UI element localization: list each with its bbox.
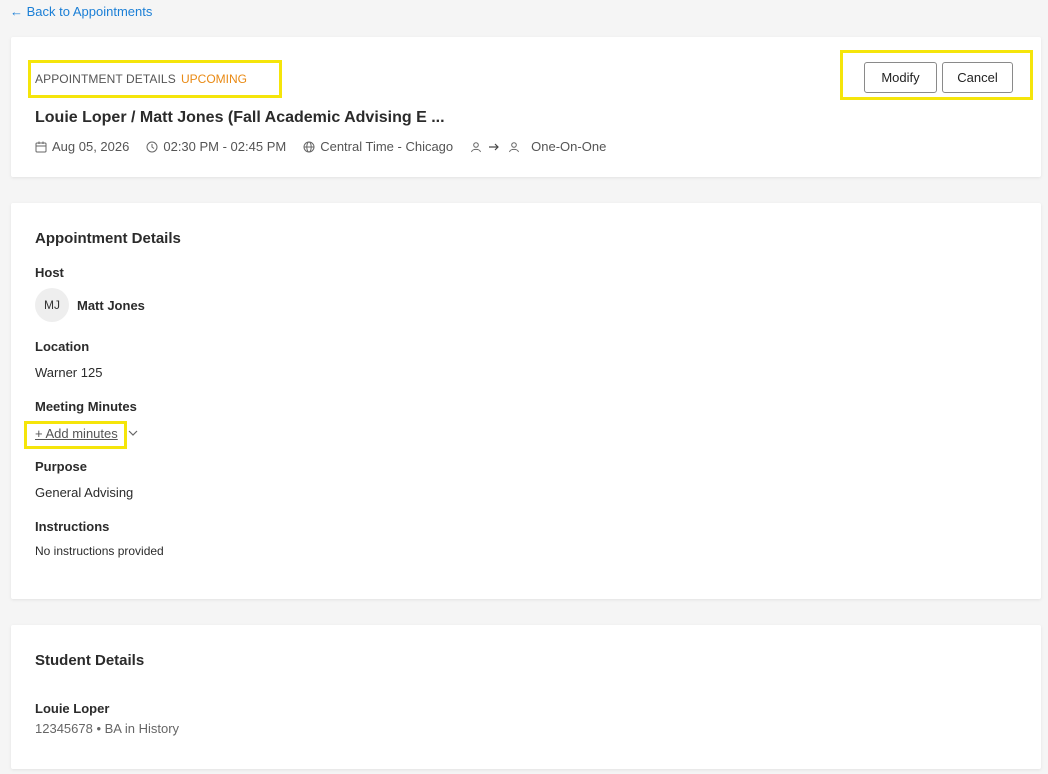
student-details-card: Student Details Louie Loper 12345678 • B… xyxy=(11,625,1041,769)
modify-button[interactable]: Modify xyxy=(864,62,937,93)
status-badge: UPCOMING xyxy=(181,72,247,86)
clock-icon xyxy=(146,141,158,152)
date-meta: Aug 05, 2026 xyxy=(35,139,129,154)
appointment-details-label: APPOINTMENT DETAILS xyxy=(35,72,176,86)
appointment-meta-row: Aug 05, 2026 02:30 PM - 02:45 PM Central… xyxy=(35,139,623,154)
globe-icon xyxy=(303,141,315,152)
student-meta: 12345678 • BA in History xyxy=(35,721,180,736)
student-name: Louie Loper xyxy=(35,701,110,716)
date-text: Aug 05, 2026 xyxy=(52,139,130,154)
location-value: Warner 125 xyxy=(35,365,103,380)
location-label: Location xyxy=(35,339,90,354)
arrow-right-icon xyxy=(489,143,500,150)
chevron-down-icon[interactable] xyxy=(128,428,138,438)
section-title-student-details: Student Details xyxy=(35,652,145,669)
add-minutes-link[interactable]: + Add minutes xyxy=(35,426,118,441)
host-name: Matt Jones xyxy=(77,298,145,313)
person-icon xyxy=(471,141,482,152)
meeting-type-text: One-On-One xyxy=(531,139,607,154)
person-icon xyxy=(509,141,520,152)
instructions-label: Instructions xyxy=(35,519,110,534)
purpose-label: Purpose xyxy=(35,459,88,474)
timezone-text: Central Time - Chicago xyxy=(320,139,454,154)
back-to-appointments-link[interactable]: ← Back to Appointments xyxy=(10,4,152,19)
time-text: 02:30 PM - 02:45 PM xyxy=(163,139,287,154)
meeting-minutes-label: Meeting Minutes xyxy=(35,399,137,414)
appointment-header-card: APPOINTMENT DETAILS UPCOMING Modify Canc… xyxy=(11,37,1041,177)
host-label: Host xyxy=(35,265,64,280)
page-title: Louie Loper / Matt Jones (Fall Academic … xyxy=(35,109,445,126)
instructions-value: No instructions provided xyxy=(35,544,164,558)
time-meta: 02:30 PM - 02:45 PM xyxy=(146,139,286,154)
meeting-type-meta: One-On-One xyxy=(470,139,606,154)
calendar-icon xyxy=(35,141,47,152)
cancel-button[interactable]: Cancel xyxy=(942,62,1013,93)
section-title-appointment-details: Appointment Details xyxy=(35,230,181,247)
avatar: MJ xyxy=(35,288,69,322)
purpose-value: General Advising xyxy=(35,485,134,500)
appointment-details-card: Appointment Details Host MJ Matt Jones L… xyxy=(11,203,1041,599)
timezone-meta: Central Time - Chicago xyxy=(303,139,453,154)
